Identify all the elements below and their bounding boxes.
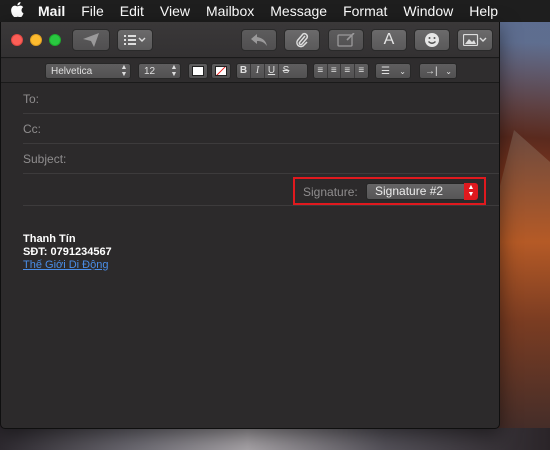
send-icon [83, 33, 99, 47]
menu-file[interactable]: File [73, 3, 112, 19]
text-style-buttons: B I U S [236, 63, 308, 79]
format-bar: Helvetica ▲▼ 12 ▲▼ B I U S ≡ ≡ ≡ ≡ ☰ ⌄ [1, 59, 499, 83]
signature-row: Signature: Signature #2 ▲ ▼ [23, 174, 499, 206]
send-button[interactable] [72, 29, 110, 51]
reply-icon [251, 34, 267, 46]
window-toolbar: A [1, 22, 499, 58]
indent-select[interactable]: →| ⌄ [419, 63, 457, 79]
menu-bar: Mail File Edit View Mailbox Message Form… [0, 0, 550, 22]
indent-icon: →| [425, 65, 438, 77]
close-window-button[interactable] [11, 34, 23, 46]
align-center-icon[interactable]: ≡ [328, 64, 342, 78]
to-label: To: [23, 92, 40, 106]
subject-label: Subject: [23, 152, 67, 166]
attach-button[interactable] [284, 29, 320, 51]
strikethrough-button[interactable]: S [279, 64, 293, 78]
text-color-swatch [192, 66, 204, 76]
photo-icon [463, 34, 487, 46]
list-style-select[interactable]: ☰ ⌄ [375, 63, 411, 79]
emoji-icon [425, 33, 439, 47]
background-color-button[interactable] [211, 63, 231, 79]
updown-arrows-icon: ▲ ▼ [464, 183, 478, 200]
chevron-down-icon: ⌄ [445, 66, 452, 76]
align-right-icon[interactable]: ≡ [341, 64, 355, 78]
bold-button[interactable]: B [237, 64, 251, 78]
signature-select-value: Signature #2 [375, 184, 444, 198]
signature-select[interactable]: Signature #2 ▲ ▼ [366, 183, 478, 200]
updown-arrows-icon: ▲ ▼ [120, 64, 128, 78]
apple-icon[interactable] [0, 1, 34, 21]
menu-app-mail[interactable]: Mail [34, 3, 73, 19]
signature-highlight-box: Signature: Signature #2 ▲ ▼ [293, 177, 486, 205]
alignment-buttons: ≡ ≡ ≡ ≡ [313, 63, 369, 79]
menu-window[interactable]: Window [395, 3, 461, 19]
photo-browser-button[interactable] [457, 29, 493, 51]
minimize-window-button[interactable] [30, 34, 42, 46]
menu-format[interactable]: Format [335, 3, 395, 19]
desktop-wallpaper-bottom [0, 428, 550, 450]
signature-name: Thanh Tín [23, 233, 76, 245]
justify-icon[interactable]: ≡ [355, 64, 368, 78]
font-family-select[interactable]: Helvetica ▲ ▼ [45, 63, 131, 79]
updown-arrows-icon: ▲ ▼ [170, 64, 178, 78]
format-button[interactable]: A [371, 29, 407, 51]
menu-mailbox[interactable]: Mailbox [198, 3, 262, 19]
menu-help[interactable]: Help [461, 3, 506, 19]
italic-button[interactable]: I [251, 64, 265, 78]
signature-phone: SĐT: 0791234567 [23, 246, 112, 258]
signature-label: Signature: [303, 185, 358, 199]
list-icon [124, 35, 146, 45]
no-color-swatch-icon [215, 66, 227, 76]
annotate-icon [337, 33, 355, 47]
header-fields-button[interactable] [117, 29, 153, 51]
zoom-window-button[interactable] [49, 34, 61, 46]
font-family-value: Helvetica [51, 65, 93, 77]
subject-field[interactable]: Subject: [23, 144, 499, 174]
menu-edit[interactable]: Edit [112, 3, 152, 19]
cc-label: Cc: [23, 122, 41, 136]
cc-field[interactable]: Cc: [23, 114, 499, 144]
text-color-button[interactable] [188, 63, 208, 79]
message-body[interactable]: Thanh Tín SĐT: 0791234567 Thế Giới Di Độ… [23, 233, 112, 272]
align-left-icon[interactable]: ≡ [314, 64, 328, 78]
emoji-button[interactable] [414, 29, 450, 51]
signature-link[interactable]: Thế Giới Di Động [23, 259, 112, 272]
menu-view[interactable]: View [152, 3, 198, 19]
reply-button[interactable] [241, 29, 277, 51]
format-label: A [383, 31, 395, 48]
paperclip-icon [296, 32, 309, 48]
compose-window: A Helvetica ▲ ▼ 12 ▲ ▼ B I U S ≡ ≡ ≡ ≡ ☰… [0, 22, 500, 429]
menu-message[interactable]: Message [262, 3, 335, 19]
markup-button[interactable] [328, 29, 364, 51]
underline-button[interactable]: U [265, 64, 279, 78]
bulleted-list-icon: ☰ [381, 65, 390, 77]
to-field[interactable]: To: [23, 84, 499, 114]
font-size-select[interactable]: 12 ▲ ▼ [138, 63, 181, 79]
font-size-value: 12 [144, 65, 156, 77]
chevron-down-icon: ⌄ [399, 66, 406, 76]
